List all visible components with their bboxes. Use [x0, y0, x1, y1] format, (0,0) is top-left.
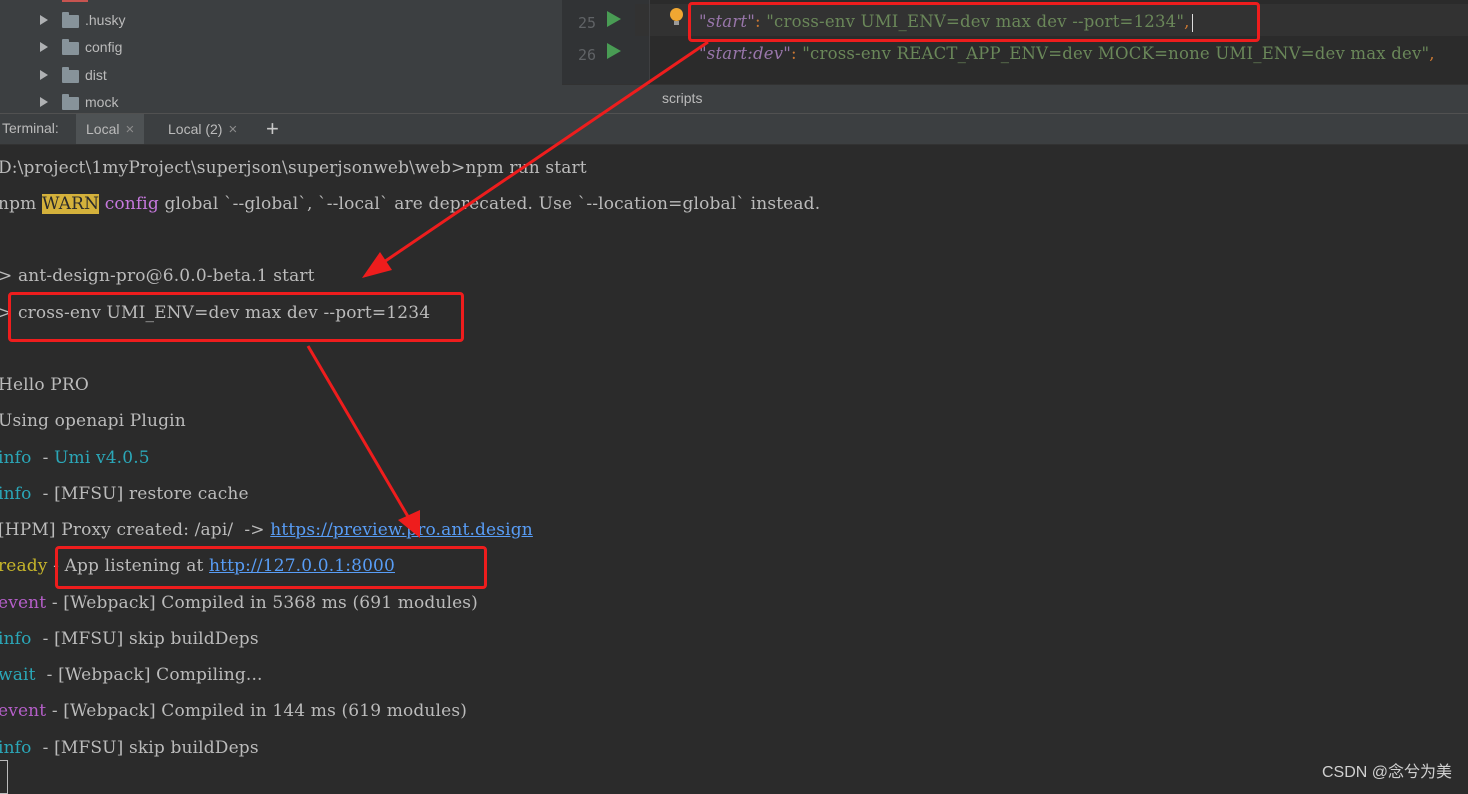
tree-error-mark: [62, 0, 88, 2]
warn-text: global `--global`, `--local` are depreca…: [158, 194, 821, 214]
text-caret: [1191, 13, 1193, 32]
wait-tag: wait: [0, 665, 36, 685]
script-line: > cross-env UMI_ENV=dev max dev --port=1…: [0, 303, 431, 323]
info-tag: info: [0, 629, 32, 649]
tree-item-label: .husky: [85, 12, 126, 28]
command-line: D:\project\1myProject\superjson\superjso…: [0, 158, 587, 178]
tree-item-label: config: [85, 39, 123, 55]
expand-arrow-icon[interactable]: [40, 15, 48, 25]
run-script-icon[interactable]: [607, 11, 621, 27]
hello-line: Hello PRO: [0, 375, 89, 395]
info-text: - [MFSU] skip buildDeps: [31, 738, 259, 758]
code-editor[interactable]: 25 26 "start": "cross-env UMI_ENV=dev ma…: [562, 0, 1468, 113]
tab-local[interactable]: Local ×: [76, 114, 145, 144]
wait-text: - [Webpack] Compiling...: [35, 665, 263, 685]
folder-icon: [62, 38, 79, 55]
tree-item-husky[interactable]: .husky: [40, 8, 125, 32]
separator: -: [31, 448, 55, 468]
event-tag: event: [0, 593, 47, 613]
tree-item-label: mock: [85, 94, 119, 110]
breadcrumb-bar: scripts: [562, 84, 1468, 113]
json-key: "start": [699, 12, 756, 31]
line-number: 25: [577, 14, 596, 32]
ready-line: ready - App listening at http://127.0.0.…: [0, 556, 395, 576]
tree-item-label: dist: [85, 67, 107, 83]
event-tag: event: [0, 701, 47, 721]
terminal-cursor: [0, 760, 8, 794]
expand-arrow-icon[interactable]: [40, 42, 48, 52]
tree-item-dist[interactable]: dist: [40, 63, 107, 87]
plugin-line: Using openapi Plugin: [0, 411, 186, 431]
code-line-25[interactable]: "start": "cross-env UMI_ENV=dev max dev …: [699, 12, 1193, 32]
ready-tag: ready: [0, 556, 48, 576]
info-line: info - [MFSU] skip buildDeps: [0, 738, 259, 758]
breadcrumb[interactable]: scripts: [662, 90, 702, 106]
close-icon[interactable]: ×: [125, 121, 134, 138]
expand-arrow-icon[interactable]: [40, 70, 48, 80]
tab-label: Local: [86, 121, 120, 137]
expand-arrow-icon[interactable]: [40, 97, 48, 107]
terminal-label: Terminal:: [2, 120, 59, 136]
event-line: event - [Webpack] Compiled in 5368 ms (6…: [0, 593, 478, 613]
warn-line: npm WARN config global `--global`, `--lo…: [0, 194, 820, 214]
json-colon: :: [791, 44, 803, 63]
folder-icon: [62, 11, 79, 28]
json-comma: ,: [1429, 44, 1435, 63]
command-text: npm run start: [465, 158, 587, 178]
ready-text: - App listening at: [47, 556, 210, 576]
package-line: > ant-design-pro@6.0.0-beta.1 start: [0, 266, 315, 286]
tree-item-config[interactable]: config: [40, 35, 122, 59]
prompt-path: D:\project\1myProject\superjson\superjso…: [0, 158, 466, 178]
tab-label: Local (2): [168, 121, 223, 137]
info-tag: info: [0, 448, 32, 468]
folder-icon: [62, 93, 79, 110]
close-icon[interactable]: ×: [228, 121, 237, 138]
add-tab-button[interactable]: +: [266, 116, 279, 142]
json-key: "start:dev": [699, 44, 792, 63]
info-tag: info: [0, 484, 32, 504]
terminal-output[interactable]: D:\project\1myProject\superjson\superjso…: [0, 146, 1468, 794]
info-line: info - [MFSU] skip buildDeps: [0, 629, 259, 649]
umi-version: Umi v4.0.5: [54, 448, 150, 468]
event-text: - [Webpack] Compiled in 5368 ms (691 mod…: [46, 593, 478, 613]
warn-prefix: npm: [0, 194, 42, 214]
wait-line: wait - [Webpack] Compiling...: [0, 665, 263, 685]
json-value: "cross-env UMI_ENV=dev max dev --port=12…: [766, 12, 1185, 31]
code-line-26[interactable]: "start:dev": "cross-env REACT_APP_ENV=de…: [699, 44, 1435, 63]
folder-icon: [62, 66, 79, 83]
event-line: event - [Webpack] Compiled in 144 ms (61…: [0, 701, 467, 721]
json-value: "cross-env REACT_APP_ENV=dev MOCK=none U…: [802, 44, 1430, 63]
run-script-icon[interactable]: [607, 43, 621, 59]
info-text: - [MFSU] restore cache: [31, 484, 249, 504]
info-line: info - [MFSU] restore cache: [0, 484, 249, 504]
project-tree: .husky config dist mock: [0, 0, 562, 113]
warn-config: config: [99, 194, 159, 214]
line-number: 26: [577, 46, 596, 64]
fold-divider: [649, 0, 650, 84]
lightbulb-icon[interactable]: [670, 8, 683, 25]
tree-item-mock[interactable]: mock: [40, 90, 118, 113]
hpm-text: [HPM] Proxy created: /api/ ->: [0, 520, 271, 540]
event-text: - [Webpack] Compiled in 144 ms (619 modu…: [46, 701, 467, 721]
info-text: - [MFSU] skip buildDeps: [31, 629, 259, 649]
info-line: info - Umi v4.0.5: [0, 448, 150, 468]
warn-badge: WARN: [41, 194, 100, 214]
json-comma: ,: [1184, 12, 1190, 31]
proxy-link[interactable]: https://preview.pro.ant.design: [270, 520, 533, 540]
app-url-link[interactable]: http://127.0.0.1:8000: [209, 556, 395, 576]
terminal-tab-bar: Terminal: Local × Local (2) × +: [0, 113, 1468, 145]
csdn-watermark: CSDN @念兮为美: [1321, 764, 1452, 781]
json-colon: :: [755, 12, 767, 31]
hpm-line: [HPM] Proxy created: /api/ -> https://pr…: [0, 520, 533, 540]
info-tag: info: [0, 738, 32, 758]
tab-local-2[interactable]: Local (2) ×: [158, 114, 247, 144]
